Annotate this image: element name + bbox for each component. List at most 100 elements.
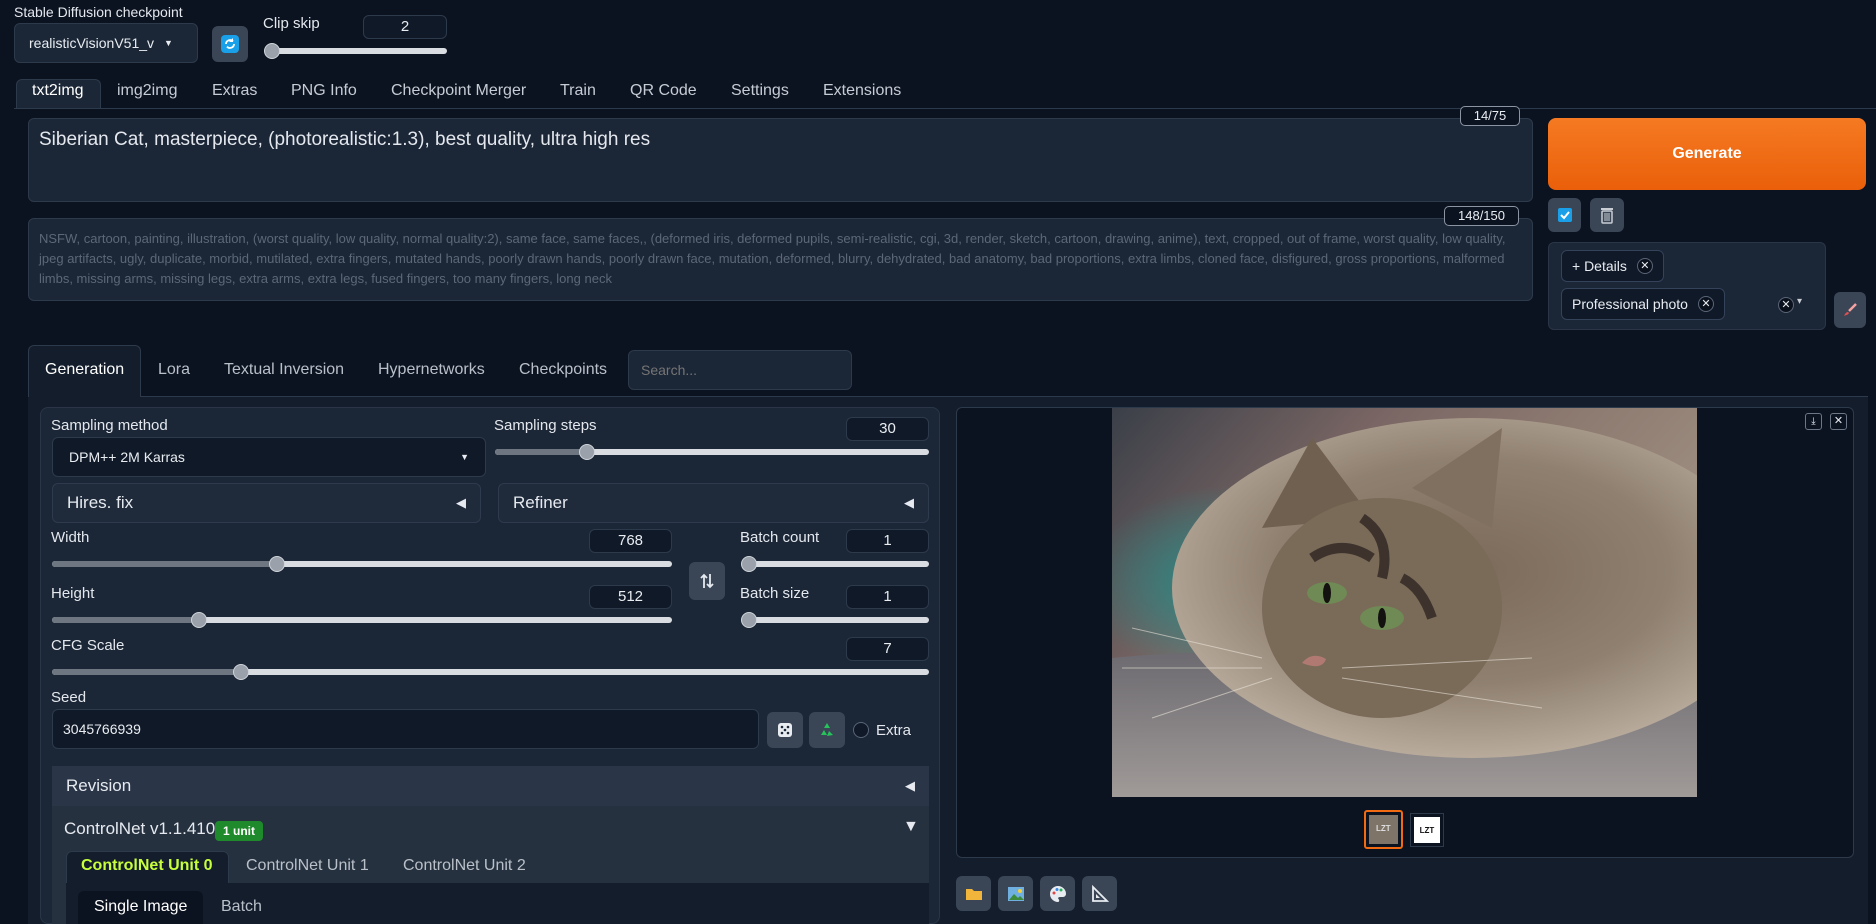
refresh-icon	[221, 35, 239, 53]
negative-prompt-text: NSFW, cartoon, painting, illustration, (…	[39, 231, 1506, 286]
chevron-down-icon: ▼	[460, 452, 469, 462]
batch-count-input[interactable]: 1	[846, 529, 929, 553]
tab-img2img[interactable]: img2img	[117, 82, 177, 100]
subtab-generation[interactable]: Generation	[45, 361, 124, 379]
seed-input[interactable]: 3045766939	[52, 709, 759, 749]
prompt-textarea[interactable]: Siberian Cat, masterpiece, (photorealist…	[28, 118, 1533, 202]
tab-single-image[interactable]: Single Image	[94, 898, 187, 916]
open-folder-button[interactable]	[956, 876, 991, 911]
cat-image	[1112, 408, 1697, 797]
batch-size-label: Batch size	[740, 585, 810, 602]
generate-button[interactable]: Generate	[1548, 118, 1866, 190]
thumbnail-1-text: LZT	[1376, 824, 1391, 833]
collapse-arrow-icon: ◀	[905, 778, 915, 793]
search-input[interactable]	[628, 350, 852, 390]
controlnet-unit-badge: 1 unit	[215, 821, 263, 841]
trash-button[interactable]	[1590, 198, 1624, 232]
revision-accordion[interactable]: Revision ◀	[52, 766, 929, 806]
expand-arrow-icon[interactable]: ▼	[903, 818, 919, 836]
reuse-seed-button[interactable]	[809, 712, 845, 748]
generated-image[interactable]	[1112, 408, 1697, 797]
subtab-lora[interactable]: Lora	[158, 361, 190, 379]
send-to-inpaint-button[interactable]	[1040, 876, 1075, 911]
refiner-accordion[interactable]: Refiner ◀	[498, 483, 929, 523]
extra-label: Extra	[876, 722, 912, 739]
tab-train[interactable]: Train	[560, 82, 596, 100]
send-to-img2img-button[interactable]	[998, 876, 1033, 911]
height-slider[interactable]	[52, 612, 672, 628]
tab-extensions[interactable]: Extensions	[823, 82, 901, 100]
cfg-scale-input[interactable]: 7	[846, 637, 929, 661]
batch-size-slider[interactable]	[741, 612, 929, 628]
recycle-icon	[821, 723, 833, 736]
collapse-arrow-icon: ◀	[456, 495, 466, 510]
prompt-token-counter: 14/75	[1460, 106, 1520, 126]
tab-checkpoint-merger[interactable]: Checkpoint Merger	[391, 82, 526, 100]
clip-skip-slider[interactable]	[264, 43, 447, 59]
tab-controlnet-unit-2[interactable]: ControlNet Unit 2	[403, 857, 526, 875]
thumbnail-2[interactable]: LZT	[1410, 813, 1444, 847]
sampling-steps-input[interactable]: 30	[846, 417, 929, 441]
width-slider[interactable]	[52, 556, 672, 572]
subtab-checkpoints[interactable]: Checkpoints	[519, 361, 607, 379]
tab-divider	[14, 108, 1876, 109]
checkpoint-label: Stable Diffusion checkpoint	[14, 4, 183, 20]
tab-png-info[interactable]: PNG Info	[291, 82, 357, 100]
subtab-textual-inversion[interactable]: Textual Inversion	[224, 361, 344, 379]
batch-count-slider[interactable]	[741, 556, 929, 572]
hires-fix-label: Hires. fix	[67, 493, 134, 512]
edit-styles-button[interactable]	[1834, 292, 1866, 328]
trash-icon	[1601, 208, 1613, 224]
clear-styles-icon[interactable]: ✕	[1778, 297, 1794, 313]
revision-label: Revision	[66, 776, 132, 795]
clip-skip-input[interactable]: 2	[363, 15, 447, 39]
style-chip-professional-photo[interactable]: Professional photo ✕	[1561, 288, 1725, 320]
height-label: Height	[51, 585, 95, 602]
tab-extras[interactable]: Extras	[212, 82, 257, 100]
chevron-down-icon[interactable]: ▾	[1797, 296, 1802, 307]
sampling-method-label: Sampling method	[51, 417, 168, 434]
random-seed-button[interactable]	[767, 712, 803, 748]
refresh-checkpoint-button[interactable]	[212, 26, 248, 62]
height-input[interactable]: 512	[589, 585, 672, 609]
checkpoint-dropdown[interactable]: realisticVisionV51_v ▼	[14, 23, 198, 63]
paintbrush-icon	[1844, 303, 1857, 316]
thumbnail-selected[interactable]: LZT	[1364, 810, 1403, 849]
seed-label: Seed	[51, 689, 87, 706]
hires-fix-accordion[interactable]: Hires. fix ◀	[52, 483, 481, 523]
tab-qr-code[interactable]: QR Code	[630, 82, 697, 100]
swap-dimensions-button[interactable]	[689, 562, 725, 600]
close-icon[interactable]: ✕	[1636, 258, 1653, 274]
tab-settings[interactable]: Settings	[731, 82, 789, 100]
tab-txt2img[interactable]: txt2img	[32, 82, 84, 100]
style-chip-details[interactable]: + Details ✕	[1561, 250, 1664, 282]
controlnet-title[interactable]: ControlNet v1.1.410	[64, 819, 215, 839]
thumbnail-image-1: LZT	[1369, 815, 1398, 844]
sampling-method-dropdown[interactable]: DPM++ 2M Karras ▼	[52, 437, 486, 477]
close-icon[interactable]: ✕	[1830, 413, 1847, 430]
tab-batch[interactable]: Batch	[221, 898, 262, 916]
dice-icon	[778, 723, 792, 737]
thumbnail-2-text: LZT	[1414, 817, 1440, 843]
negative-prompt-textarea[interactable]: NSFW, cartoon, painting, illustration, (…	[28, 218, 1533, 301]
triangle-ruler-icon	[1091, 884, 1109, 902]
width-input[interactable]: 768	[589, 529, 672, 553]
send-to-extras-button[interactable]	[1082, 876, 1117, 911]
clip-skip-label: Clip skip	[263, 15, 320, 32]
refiner-label: Refiner	[513, 493, 568, 512]
extra-checkbox[interactable]	[853, 722, 869, 738]
subtab-hypernetworks[interactable]: Hypernetworks	[378, 361, 485, 379]
chevron-down-icon: ▼	[164, 38, 173, 48]
tab-controlnet-unit-0[interactable]: ControlNet Unit 0	[81, 857, 213, 875]
sampling-method-value: DPM++ 2M Karras	[69, 449, 185, 465]
batch-size-input[interactable]: 1	[846, 585, 929, 609]
download-icon[interactable]: ⤓	[1805, 413, 1822, 430]
swap-icon	[700, 573, 714, 589]
palette-icon	[1049, 885, 1066, 902]
apply-styles-button[interactable]	[1548, 198, 1581, 232]
cfg-scale-slider[interactable]	[52, 664, 929, 680]
tab-controlnet-unit-1[interactable]: ControlNet Unit 1	[246, 857, 369, 875]
sampling-steps-label: Sampling steps	[494, 417, 597, 434]
close-icon[interactable]: ✕	[1697, 296, 1714, 312]
sampling-steps-slider[interactable]	[495, 444, 929, 460]
